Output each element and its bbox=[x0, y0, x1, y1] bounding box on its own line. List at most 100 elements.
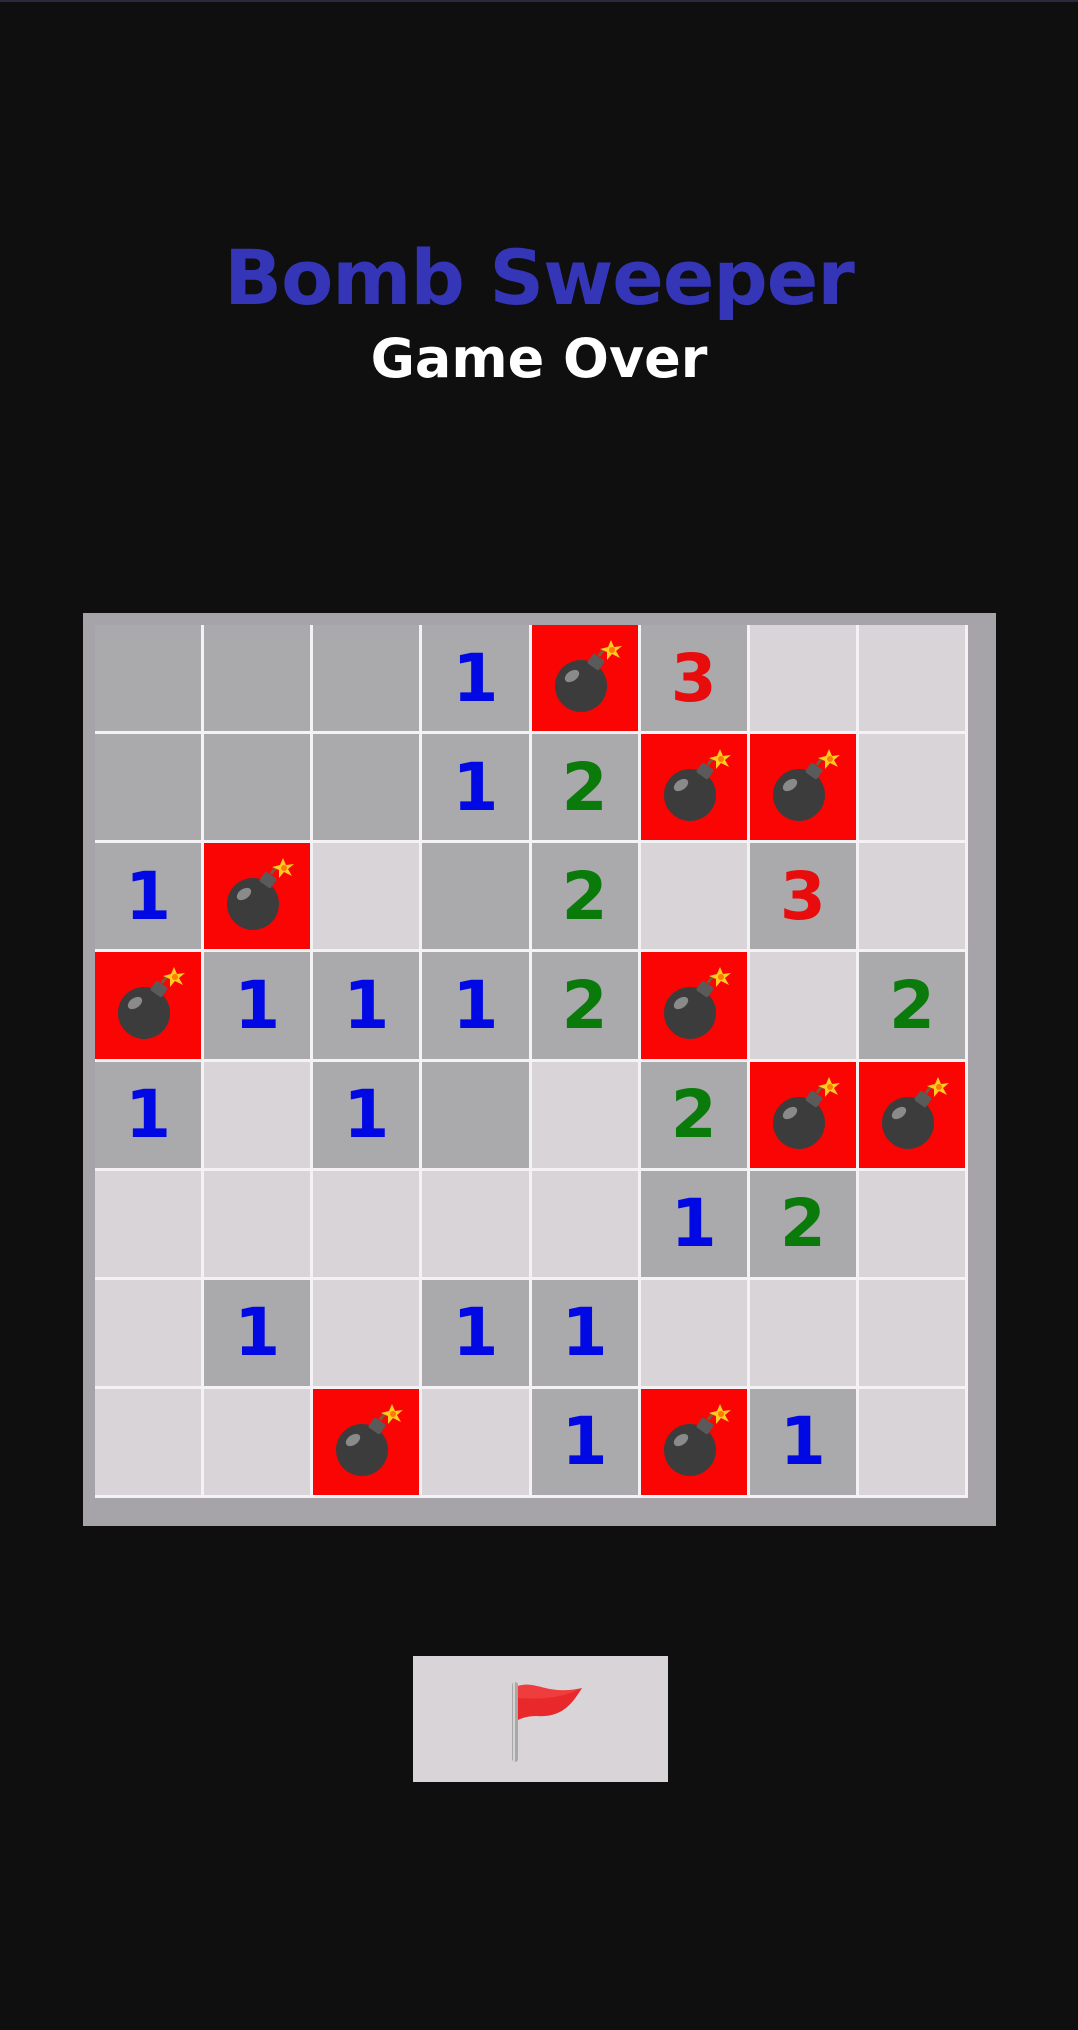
bomb-icon bbox=[881, 1076, 949, 1149]
header: Bomb Sweeper Game Over bbox=[0, 240, 1078, 386]
cell-hidden[interactable] bbox=[749, 952, 856, 1059]
cell-number-label: 1 bbox=[561, 1403, 608, 1481]
cell-bomb[interactable] bbox=[640, 734, 747, 841]
cell-number[interactable]: 1 bbox=[313, 1061, 420, 1168]
cell-number[interactable]: 1 bbox=[422, 952, 529, 1059]
cell-number-label: 1 bbox=[452, 966, 499, 1044]
cell-number-label: 2 bbox=[670, 1076, 717, 1154]
cell-number[interactable]: 1 bbox=[749, 1388, 856, 1495]
cell-number[interactable]: 1 bbox=[422, 734, 529, 841]
cell-hidden[interactable] bbox=[858, 843, 965, 950]
status-bar-line bbox=[0, 0, 1078, 2]
cell-number-label: 1 bbox=[234, 966, 281, 1044]
cell-hidden[interactable] bbox=[858, 734, 965, 841]
cell-revealed[interactable] bbox=[204, 625, 311, 732]
cell-hidden[interactable] bbox=[858, 1279, 965, 1386]
bomb-icon bbox=[772, 749, 840, 822]
cell-number-label: 1 bbox=[125, 1076, 172, 1154]
cell-bomb[interactable] bbox=[640, 952, 747, 1059]
cell-hidden[interactable] bbox=[858, 1170, 965, 1277]
cell-number-label: 1 bbox=[452, 748, 499, 826]
cell-number-label: 3 bbox=[779, 857, 826, 935]
cell-hidden[interactable] bbox=[422, 1388, 529, 1495]
game-status: Game Over bbox=[370, 327, 708, 390]
cell-number-label: 2 bbox=[561, 966, 608, 1044]
red-flag-icon bbox=[511, 1682, 582, 1762]
cell-number[interactable]: 3 bbox=[749, 843, 856, 950]
cell-number[interactable]: 1 bbox=[95, 1061, 202, 1168]
cell-hidden[interactable] bbox=[531, 1061, 638, 1168]
cell-hidden[interactable] bbox=[858, 1388, 965, 1495]
cell-number-label: 2 bbox=[888, 966, 935, 1044]
cell-hidden[interactable] bbox=[531, 1170, 638, 1277]
cell-number-label: 1 bbox=[452, 639, 499, 717]
cell-number[interactable]: 2 bbox=[531, 843, 638, 950]
cell-number[interactable]: 1 bbox=[313, 952, 420, 1059]
cell-hidden[interactable] bbox=[640, 843, 747, 950]
cell-revealed[interactable] bbox=[313, 625, 420, 732]
cell-hidden[interactable] bbox=[204, 1170, 311, 1277]
cell-bomb[interactable] bbox=[858, 1061, 965, 1168]
cell-number-label: 1 bbox=[779, 1403, 826, 1481]
cell-number-label: 1 bbox=[234, 1294, 281, 1372]
cell-hidden[interactable] bbox=[204, 1388, 311, 1495]
game-board: 1312123111221121211111 bbox=[83, 613, 996, 1526]
cell-hidden[interactable] bbox=[749, 1279, 856, 1386]
cell-hidden[interactable] bbox=[749, 625, 856, 732]
cell-revealed[interactable] bbox=[422, 1061, 529, 1168]
cell-number[interactable]: 1 bbox=[422, 1279, 529, 1386]
cell-bomb[interactable] bbox=[749, 734, 856, 841]
flag-mode-button[interactable] bbox=[413, 1656, 668, 1782]
cell-bomb[interactable] bbox=[749, 1061, 856, 1168]
cell-number-label: 1 bbox=[343, 1076, 390, 1154]
bomb-icon bbox=[663, 749, 731, 822]
cell-bomb[interactable] bbox=[95, 952, 202, 1059]
bomb-icon bbox=[118, 967, 186, 1040]
cell-bomb[interactable] bbox=[204, 843, 311, 950]
cell-number[interactable]: 1 bbox=[204, 952, 311, 1059]
cell-revealed[interactable] bbox=[422, 843, 529, 950]
cell-number-label: 1 bbox=[670, 1185, 717, 1263]
cell-bomb[interactable] bbox=[313, 1388, 420, 1495]
cell-number[interactable]: 2 bbox=[531, 734, 638, 841]
cell-number[interactable]: 1 bbox=[531, 1388, 638, 1495]
cell-number-label: 1 bbox=[343, 966, 390, 1044]
cell-number[interactable]: 1 bbox=[531, 1279, 638, 1386]
cell-number-label: 2 bbox=[561, 857, 608, 935]
cell-number[interactable]: 2 bbox=[749, 1170, 856, 1277]
cell-hidden[interactable] bbox=[640, 1279, 747, 1386]
cell-number[interactable]: 1 bbox=[640, 1170, 747, 1277]
cell-number[interactable]: 1 bbox=[95, 843, 202, 950]
cell-revealed[interactable] bbox=[313, 734, 420, 841]
cell-number[interactable]: 2 bbox=[858, 952, 965, 1059]
cell-hidden[interactable] bbox=[95, 1388, 202, 1495]
cell-number-label: 3 bbox=[670, 639, 717, 717]
cell-number-label: 1 bbox=[561, 1294, 608, 1372]
cell-hidden[interactable] bbox=[313, 1170, 420, 1277]
cell-number[interactable]: 2 bbox=[640, 1061, 747, 1168]
cell-bomb[interactable] bbox=[640, 1388, 747, 1495]
bomb-icon bbox=[772, 1076, 840, 1149]
cell-number[interactable]: 3 bbox=[640, 625, 747, 732]
game-title: Bomb Sweeper bbox=[224, 233, 855, 322]
cell-hidden[interactable] bbox=[858, 625, 965, 732]
cell-hidden[interactable] bbox=[95, 1170, 202, 1277]
cell-number-label: 1 bbox=[125, 857, 172, 935]
cell-hidden[interactable] bbox=[204, 1061, 311, 1168]
bomb-icon bbox=[663, 967, 731, 1040]
cell-number[interactable]: 2 bbox=[531, 952, 638, 1059]
cell-bomb[interactable] bbox=[531, 625, 638, 732]
cell-revealed[interactable] bbox=[204, 734, 311, 841]
cell-revealed[interactable] bbox=[95, 734, 202, 841]
bomb-icon bbox=[663, 1403, 731, 1476]
cell-number[interactable]: 1 bbox=[204, 1279, 311, 1386]
cell-number-label: 2 bbox=[561, 748, 608, 826]
bomb-icon bbox=[336, 1403, 404, 1476]
cell-hidden[interactable] bbox=[95, 1279, 202, 1386]
cell-revealed[interactable] bbox=[95, 625, 202, 732]
bomb-icon bbox=[554, 640, 622, 713]
cell-hidden[interactable] bbox=[313, 1279, 420, 1386]
cell-number[interactable]: 1 bbox=[422, 625, 529, 732]
cell-hidden[interactable] bbox=[313, 843, 420, 950]
cell-hidden[interactable] bbox=[422, 1170, 529, 1277]
